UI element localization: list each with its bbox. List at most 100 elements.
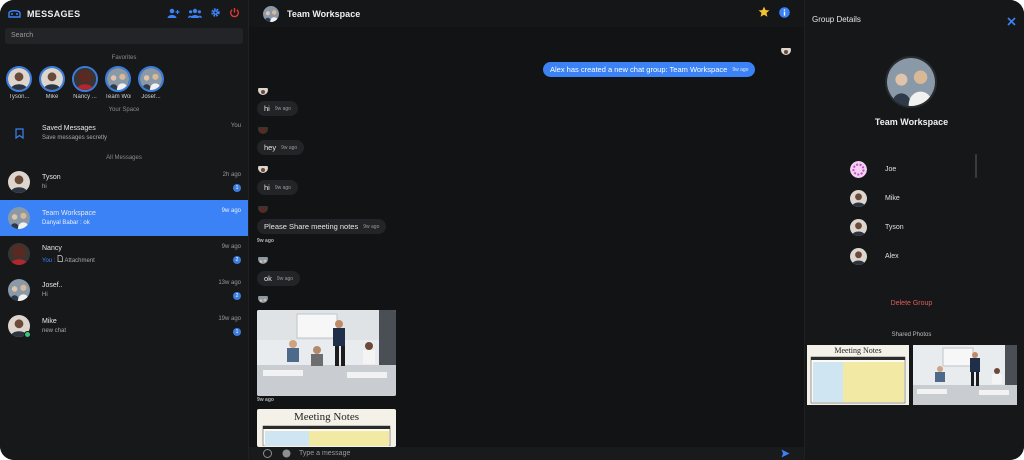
system-message-bubble: Alex has created a new chat group: Team … <box>543 62 756 77</box>
send-icon[interactable] <box>781 445 790 460</box>
message-list: Alex has created a new chat group: Team … <box>249 27 804 447</box>
message-time: 9w ago <box>274 105 291 112</box>
conversation-name: Nancy <box>42 244 62 252</box>
message-bubble: hey 9w ago <box>257 140 305 155</box>
unread-badge: 2 <box>233 292 241 300</box>
online-indicator <box>24 331 31 338</box>
avatar <box>258 293 268 303</box>
unread-badge: 2 <box>233 256 241 264</box>
avatar <box>258 85 268 95</box>
bookmark-icon <box>8 127 30 139</box>
chat-title: Team Workspace <box>287 8 361 19</box>
message-composer: Type a message <box>249 447 804 460</box>
conversation-name: Mike <box>42 318 57 325</box>
favorite-item[interactable]: Team Wor... <box>105 66 131 100</box>
chat-panel: Team Workspace Alex has created a new ch… <box>249 0 804 460</box>
favorite-name: Nancy ... <box>73 94 97 100</box>
message-text: hi <box>264 104 270 113</box>
shared-photos-label: Shared Photos <box>891 332 932 338</box>
group-name: Team Workspace <box>874 117 949 127</box>
conversation-item[interactable]: Mike new chat 19w ago 1 <box>0 308 248 344</box>
favorite-item[interactable]: Josef... <box>138 66 164 100</box>
sidebar-header: MESSAGES <box>0 0 248 28</box>
conversation-time: 9w ago <box>221 208 241 214</box>
members-scrollbar[interactable] <box>975 154 977 178</box>
avatar <box>850 219 867 236</box>
conversation-item[interactable]: Josef.. Hi 13w ago 2 <box>0 272 248 308</box>
conversation-name: Tyson <box>42 174 61 181</box>
shared-photo-notes[interactable]: Meeting Notes <box>257 409 396 447</box>
member-name: Tyson <box>885 223 904 231</box>
message-timestamp: 9w ago <box>257 397 274 403</box>
favorites-label: Favorites <box>111 55 137 61</box>
conversation-item[interactable]: Tyson hi 2h ago 1 <box>0 164 248 200</box>
unread-badge: 1 <box>233 328 241 336</box>
search-input[interactable]: Search <box>5 28 243 44</box>
conversation-preview: Hi <box>42 292 48 298</box>
info-icon[interactable] <box>779 5 790 23</box>
conversation-time: 19w ago <box>218 316 241 322</box>
avatar <box>39 66 65 92</box>
member-item[interactable]: Joe <box>850 160 896 178</box>
chat-avatar[interactable] <box>263 6 279 22</box>
shared-photo-notes[interactable]: Meeting Notes <box>807 345 909 405</box>
delete-group-button[interactable]: Delete Group <box>805 300 1018 307</box>
favorite-item[interactable]: Nancy ... <box>72 66 98 100</box>
message-time: 9w ago <box>276 275 294 282</box>
shared-photo-office[interactable] <box>257 310 396 396</box>
message-text: Please Share meeting notes <box>264 222 359 231</box>
favorite-item[interactable]: Mike <box>39 66 65 100</box>
avatar <box>850 190 867 207</box>
favorite-item[interactable]: Tyson... <box>6 66 32 100</box>
member-item[interactable]: Alex <box>850 247 899 265</box>
gear-icon[interactable] <box>210 5 221 23</box>
conversation-item-active[interactable]: Team Workspace Danyal Babar : ok 9w ago <box>0 200 248 236</box>
avatar <box>258 163 268 173</box>
unread-badge: 1 <box>233 184 241 192</box>
app-title: MESSAGES <box>27 9 81 19</box>
member-search-input[interactable] <box>860 140 970 150</box>
avatar <box>8 171 30 193</box>
sidebar: MESSAGES Search Favorites Tyson... Mike … <box>0 0 249 460</box>
avatar <box>850 248 867 265</box>
conversation-item[interactable]: Nancy You : Attachment 9w ago 2 <box>0 236 248 272</box>
message-text: hey <box>264 143 277 152</box>
member-item[interactable]: Mike <box>850 189 900 207</box>
conversation-name: Josef.. <box>42 282 63 289</box>
chat-header: Team Workspace <box>249 0 804 27</box>
message-time: 9w ago <box>274 184 291 191</box>
users-icon[interactable] <box>188 5 202 23</box>
message-timestamp: 9w ago <box>257 238 274 244</box>
saved-messages-subtitle: Save messages secretly <box>42 135 108 141</box>
avatar <box>8 279 30 301</box>
avatar <box>138 66 164 92</box>
message-bubble: hi 9w ago <box>257 180 298 195</box>
notes-heading: Meeting Notes <box>293 411 360 423</box>
message-time: 9w ago <box>732 66 749 73</box>
avatar <box>72 66 98 92</box>
message-input[interactable]: Type a message <box>299 450 350 457</box>
favorite-name: Josef... <box>141 94 161 100</box>
message-bubble: Please Share meeting notes 9w ago <box>257 219 387 234</box>
conversation-preview: You : Attachment <box>42 254 240 264</box>
close-icon[interactable] <box>1007 13 1016 31</box>
shared-photo-office[interactable] <box>913 345 1017 405</box>
avatar <box>8 243 30 265</box>
notes-heading: Meeting Notes <box>834 346 882 355</box>
avatar <box>8 207 30 229</box>
member-name: Joe <box>885 165 897 173</box>
logo-icon <box>8 5 21 23</box>
member-item[interactable]: Tyson <box>850 218 904 236</box>
message-bubble: ok 9w ago <box>257 271 301 286</box>
preview-you: You : <box>42 257 56 264</box>
details-title: Group Details <box>812 15 861 24</box>
add-user-icon[interactable] <box>167 5 180 23</box>
saved-messages-item[interactable]: Saved Messages Save messages secretly Yo… <box>0 115 248 151</box>
power-icon[interactable] <box>229 5 240 23</box>
conversation-time: 13w ago <box>218 280 241 286</box>
conversation-time: 2h ago <box>222 172 241 178</box>
all-messages-label: All Messages <box>106 155 142 161</box>
emoji-icon[interactable] <box>263 445 272 460</box>
attach-icon[interactable] <box>282 445 291 460</box>
star-icon[interactable] <box>758 5 770 23</box>
